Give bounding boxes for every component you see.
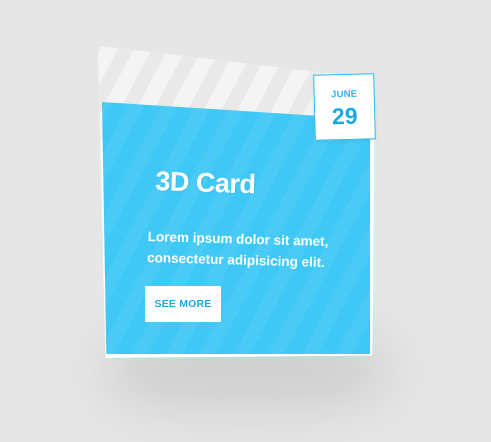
date-month: JUNE [330,88,358,101]
date-badge: JUNE 29 [313,73,376,141]
see-more-button[interactable]: SEE MORE [145,286,221,322]
card-description: Lorem ipsum dolor sit amet, consectetur … [146,228,329,270]
card-title: 3D Card [154,166,256,200]
date-day: 29 [331,102,358,130]
